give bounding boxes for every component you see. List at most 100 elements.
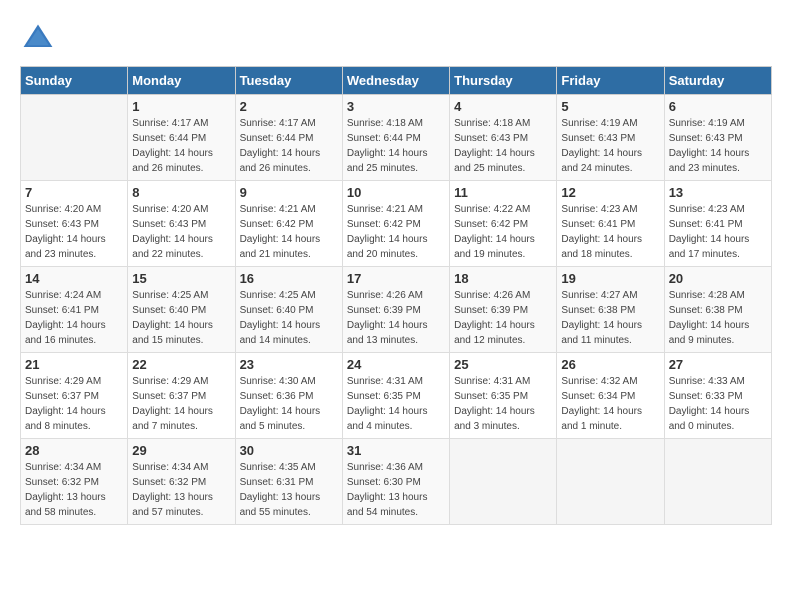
day-number: 19 [561, 271, 659, 286]
day-info: Sunrise: 4:29 AM Sunset: 6:37 PM Dayligh… [132, 374, 230, 434]
day-cell: 5 Sunrise: 4:19 AM Sunset: 6:43 PM Daylig… [557, 95, 664, 181]
day-number: 2 [240, 99, 338, 114]
header-cell-friday: Friday [557, 67, 664, 95]
day-number: 28 [25, 443, 123, 458]
day-info: Sunrise: 4:25 AM Sunset: 6:40 PM Dayligh… [132, 288, 230, 348]
day-info: Sunrise: 4:23 AM Sunset: 6:41 PM Dayligh… [561, 202, 659, 262]
day-cell: 15Sunrise: 4:25 AM Sunset: 6:40 PM Dayli… [128, 267, 235, 353]
day-cell: 26 Sunrise: 4:32 AM Sunset: 6:34 PM Dayli… [557, 353, 664, 439]
day-number: 24 [347, 357, 445, 372]
day-info: Sunrise: 4:19 AM Sunset: 6:43 PM Dayligh… [561, 116, 659, 176]
day-info: Sunrise: 4:24 AM Sunset: 6:41 PM Dayligh… [25, 288, 123, 348]
day-cell: 8Sunrise: 4:20 AM Sunset: 6:43 PM Daylig… [128, 181, 235, 267]
day-cell: 4 Sunrise: 4:18 AM Sunset: 6:43 PM Daylig… [450, 95, 557, 181]
day-number: 22 [132, 357, 230, 372]
day-cell: 11 Sunrise: 4:22 AM Sunset: 6:42 PM Dayli… [450, 181, 557, 267]
day-number: 31 [347, 443, 445, 458]
day-info: Sunrise: 4:33 AM Sunset: 6:33 PM Dayligh… [669, 374, 767, 434]
header-cell-sunday: Sunday [21, 67, 128, 95]
day-number: 20 [669, 271, 767, 286]
header-cell-tuesday: Tuesday [235, 67, 342, 95]
day-cell: 14 Sunrise: 4:24 AM Sunset: 6:41 PM Dayli… [21, 267, 128, 353]
day-number: 1 [132, 99, 230, 114]
day-number: 21 [25, 357, 123, 372]
day-number: 26 [561, 357, 659, 372]
day-cell [557, 439, 664, 525]
day-cell: 13Sunrise: 4:23 AM Sunset: 6:41 PM Dayli… [664, 181, 771, 267]
day-cell: 28 Sunrise: 4:34 AM Sunset: 6:32 PM Dayli… [21, 439, 128, 525]
calendar-body: 1 Sunrise: 4:17 AM Sunset: 6:44 PM Daylig… [21, 95, 772, 525]
day-cell: 20 Sunrise: 4:28 AM Sunset: 6:38 PM Dayli… [664, 267, 771, 353]
day-cell: 24 Sunrise: 4:31 AM Sunset: 6:35 PM Dayli… [342, 353, 449, 439]
day-info: Sunrise: 4:21 AM Sunset: 6:42 PM Dayligh… [240, 202, 338, 262]
calendar-header: SundayMondayTuesdayWednesdayThursdayFrid… [21, 67, 772, 95]
day-cell: 31 Sunrise: 4:36 AM Sunset: 6:30 PM Dayli… [342, 439, 449, 525]
day-info: Sunrise: 4:34 AM Sunset: 6:32 PM Dayligh… [132, 460, 230, 520]
day-cell: 7 Sunrise: 4:20 AM Sunset: 6:43 PM Daylig… [21, 181, 128, 267]
day-number: 3 [347, 99, 445, 114]
day-cell: 1Sunrise: 4:17 AM Sunset: 6:44 PM Daylig… [128, 95, 235, 181]
day-number: 27 [669, 357, 767, 372]
header-row: SundayMondayTuesdayWednesdayThursdayFrid… [21, 67, 772, 95]
day-cell: 23Sunrise: 4:30 AM Sunset: 6:36 PM Dayli… [235, 353, 342, 439]
calendar-table: SundayMondayTuesdayWednesdayThursdayFrid… [20, 66, 772, 525]
day-number: 9 [240, 185, 338, 200]
day-info: Sunrise: 4:21 AM Sunset: 6:42 PM Dayligh… [347, 202, 445, 262]
header-cell-wednesday: Wednesday [342, 67, 449, 95]
day-cell: 21 Sunrise: 4:29 AM Sunset: 6:37 PM Dayli… [21, 353, 128, 439]
logo [20, 20, 60, 56]
day-cell: 2 Sunrise: 4:17 AM Sunset: 6:44 PM Daylig… [235, 95, 342, 181]
day-info: Sunrise: 4:26 AM Sunset: 6:39 PM Dayligh… [347, 288, 445, 348]
day-info: Sunrise: 4:32 AM Sunset: 6:34 PM Dayligh… [561, 374, 659, 434]
header-cell-thursday: Thursday [450, 67, 557, 95]
day-cell: 12 Sunrise: 4:23 AM Sunset: 6:41 PM Dayli… [557, 181, 664, 267]
week-row-4: 21 Sunrise: 4:29 AM Sunset: 6:37 PM Dayli… [21, 353, 772, 439]
day-info: Sunrise: 4:23 AM Sunset: 6:41 PM Dayligh… [669, 202, 767, 262]
day-cell [664, 439, 771, 525]
day-info: Sunrise: 4:30 AM Sunset: 6:36 PM Dayligh… [240, 374, 338, 434]
day-cell: 9 Sunrise: 4:21 AM Sunset: 6:42 PM Daylig… [235, 181, 342, 267]
day-cell: 25 Sunrise: 4:31 AM Sunset: 6:35 PM Dayli… [450, 353, 557, 439]
day-number: 8 [132, 185, 230, 200]
day-number: 4 [454, 99, 552, 114]
day-number: 17 [347, 271, 445, 286]
header-cell-monday: Monday [128, 67, 235, 95]
day-info: Sunrise: 4:18 AM Sunset: 6:43 PM Dayligh… [454, 116, 552, 176]
day-cell: 6Sunrise: 4:19 AM Sunset: 6:43 PM Daylig… [664, 95, 771, 181]
day-info: Sunrise: 4:28 AM Sunset: 6:38 PM Dayligh… [669, 288, 767, 348]
day-cell: 16 Sunrise: 4:25 AM Sunset: 6:40 PM Dayli… [235, 267, 342, 353]
day-number: 6 [669, 99, 767, 114]
day-cell: 18Sunrise: 4:26 AM Sunset: 6:39 PM Dayli… [450, 267, 557, 353]
day-number: 29 [132, 443, 230, 458]
day-cell: 3 Sunrise: 4:18 AM Sunset: 6:44 PM Daylig… [342, 95, 449, 181]
day-number: 7 [25, 185, 123, 200]
day-number: 11 [454, 185, 552, 200]
day-info: Sunrise: 4:22 AM Sunset: 6:42 PM Dayligh… [454, 202, 552, 262]
day-number: 25 [454, 357, 552, 372]
day-info: Sunrise: 4:27 AM Sunset: 6:38 PM Dayligh… [561, 288, 659, 348]
day-cell: 10 Sunrise: 4:21 AM Sunset: 6:42 PM Dayli… [342, 181, 449, 267]
day-number: 12 [561, 185, 659, 200]
day-info: Sunrise: 4:29 AM Sunset: 6:37 PM Dayligh… [25, 374, 123, 434]
day-info: Sunrise: 4:31 AM Sunset: 6:35 PM Dayligh… [347, 374, 445, 434]
day-info: Sunrise: 4:20 AM Sunset: 6:43 PM Dayligh… [25, 202, 123, 262]
header-cell-saturday: Saturday [664, 67, 771, 95]
day-number: 10 [347, 185, 445, 200]
day-cell: 19 Sunrise: 4:27 AM Sunset: 6:38 PM Dayli… [557, 267, 664, 353]
day-number: 18 [454, 271, 552, 286]
day-info: Sunrise: 4:36 AM Sunset: 6:30 PM Dayligh… [347, 460, 445, 520]
day-info: Sunrise: 4:31 AM Sunset: 6:35 PM Dayligh… [454, 374, 552, 434]
day-info: Sunrise: 4:17 AM Sunset: 6:44 PM Dayligh… [240, 116, 338, 176]
day-info: Sunrise: 4:34 AM Sunset: 6:32 PM Dayligh… [25, 460, 123, 520]
day-number: 16 [240, 271, 338, 286]
day-cell: 17 Sunrise: 4:26 AM Sunset: 6:39 PM Dayli… [342, 267, 449, 353]
day-cell: 29 Sunrise: 4:34 AM Sunset: 6:32 PM Dayli… [128, 439, 235, 525]
week-row-2: 7 Sunrise: 4:20 AM Sunset: 6:43 PM Daylig… [21, 181, 772, 267]
day-number: 5 [561, 99, 659, 114]
day-cell: 27 Sunrise: 4:33 AM Sunset: 6:33 PM Dayli… [664, 353, 771, 439]
day-cell: 30Sunrise: 4:35 AM Sunset: 6:31 PM Dayli… [235, 439, 342, 525]
day-number: 30 [240, 443, 338, 458]
day-info: Sunrise: 4:18 AM Sunset: 6:44 PM Dayligh… [347, 116, 445, 176]
day-number: 14 [25, 271, 123, 286]
day-info: Sunrise: 4:25 AM Sunset: 6:40 PM Dayligh… [240, 288, 338, 348]
